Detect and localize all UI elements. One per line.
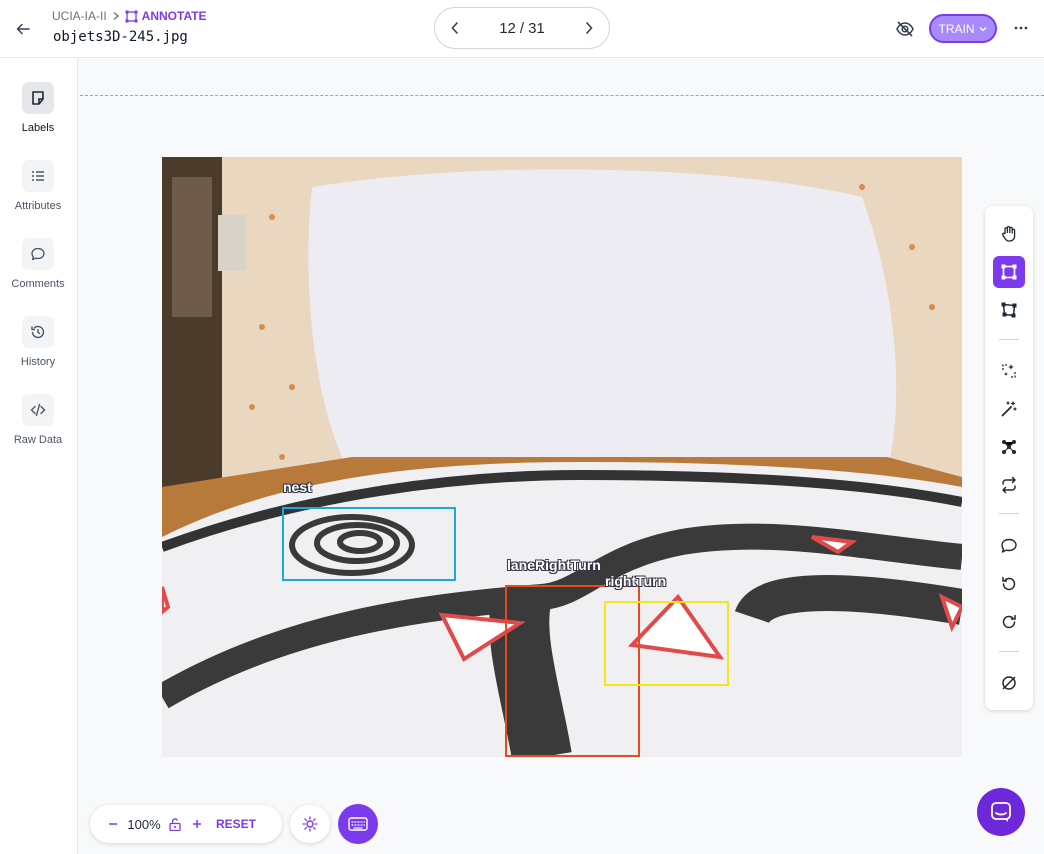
more-options-button[interactable] [1012,19,1030,37]
annotate-icon [125,10,138,22]
pan-tool[interactable] [993,218,1025,250]
eye-off-icon [896,21,914,37]
arrow-left-icon [16,23,30,35]
bbox-nest[interactable] [282,507,456,581]
train-button[interactable]: TRAIN [929,14,997,43]
tool-divider [999,339,1019,340]
keyboard-shortcuts-button[interactable] [338,804,378,844]
breadcrumb: UCIA-IA-II ANNOTATE [52,9,207,23]
annotated-image[interactable]: nest laneRightTurn rightTurn [162,157,962,757]
sidebar-item-label: Raw Data [13,434,63,446]
chevron-down-icon [979,26,986,31]
comment-icon [1001,538,1017,553]
more-horizontal-icon [1014,26,1028,30]
lock-zoom-button[interactable] [164,813,186,835]
keypoint-tool[interactable] [993,431,1025,463]
undo-tool[interactable] [993,568,1025,600]
code-icon [22,394,54,426]
bounding-box-icon [1001,264,1017,280]
sun-icon [302,816,318,832]
magic-wand-icon [1001,401,1017,417]
null-icon [1002,676,1016,690]
sidebar-item-label: Comments [11,278,65,290]
undo-icon [1002,576,1016,591]
bbox-label-lane-right-turn: laneRightTurn [507,557,601,573]
list-icon [22,160,54,192]
bbox-label-right-turn: rightTurn [605,573,667,589]
pager-total: 31 [528,19,545,37]
mode-label: ANNOTATE [141,9,207,23]
bbox-right-turn[interactable] [604,601,729,686]
polygon-icon [1001,302,1017,318]
keyboard-icon [348,817,368,831]
sticky-note-icon [22,82,54,114]
image-pager: 12 / 31 [434,7,610,49]
null-tool[interactable] [993,667,1025,699]
zoom-out-button[interactable] [102,813,124,835]
sidebar-item-label: Attributes [14,200,62,212]
pager-current: 12 [499,19,516,37]
chevron-left-icon [451,22,458,34]
sparkle-select-icon [1002,364,1016,378]
hide-annotations-button[interactable] [895,19,915,39]
sidebar-item-history[interactable]: History [0,316,76,368]
pager-separator: / [519,19,525,37]
comment-icon [22,238,54,270]
sidebar-item-label: Labels [21,122,55,134]
sidebar-item-attributes[interactable]: Attributes [0,160,76,212]
repeat-tool[interactable] [993,469,1025,501]
zoom-controls: 100% RESET [90,805,282,843]
history-icon [22,316,54,348]
reset-zoom-button[interactable]: RESET [216,817,256,831]
file-name: objets3D-245.jpg [53,29,188,45]
tool-palette [985,206,1033,710]
bbox-tool[interactable] [993,256,1025,288]
train-label: TRAIN [938,21,975,36]
repeat-icon [1002,476,1016,494]
unlock-icon [169,817,181,831]
plus-icon [193,820,201,828]
minus-icon [109,823,117,825]
smart-select-tool[interactable] [993,355,1025,387]
sidebar-item-comments[interactable]: Comments [0,238,76,290]
pager-text: 12 / 31 [499,20,545,37]
comment-tool[interactable] [993,530,1025,562]
sidebar-item-label: History [20,356,56,368]
breadcrumb-workspace[interactable]: UCIA-IA-II [52,9,107,23]
back-button[interactable] [12,18,34,40]
bbox-label-nest: nest [283,479,312,495]
top-bar: UCIA-IA-II ANNOTATE objets3D-245.jpg 12 … [0,0,1044,58]
canvas-boundary [80,95,1044,96]
chevron-right-icon [586,22,593,34]
breadcrumb-mode[interactable]: ANNOTATE [125,9,207,23]
redo-icon [1002,614,1016,629]
polygon-tool[interactable] [993,294,1025,326]
image-adjust-button[interactable] [290,805,330,843]
chat-bubble-icon [991,802,1011,822]
zoom-level: 100% [127,816,161,832]
left-sidebar: Labels Attributes Comments History Raw D… [0,58,78,854]
redo-tool[interactable] [993,606,1025,638]
tool-divider [999,513,1019,514]
hand-icon [1002,226,1016,242]
prev-image-button[interactable] [447,20,463,36]
sidebar-item-raw-data[interactable]: Raw Data [0,394,76,446]
sidebar-item-labels[interactable]: Labels [0,82,76,134]
zoom-in-button[interactable] [186,813,208,835]
magic-wand-tool[interactable] [993,393,1025,425]
chevron-right-icon [113,11,119,21]
keypoints-icon [1002,440,1016,454]
next-image-button[interactable] [581,20,597,36]
support-chat-button[interactable] [977,788,1025,836]
tool-divider [999,651,1019,652]
